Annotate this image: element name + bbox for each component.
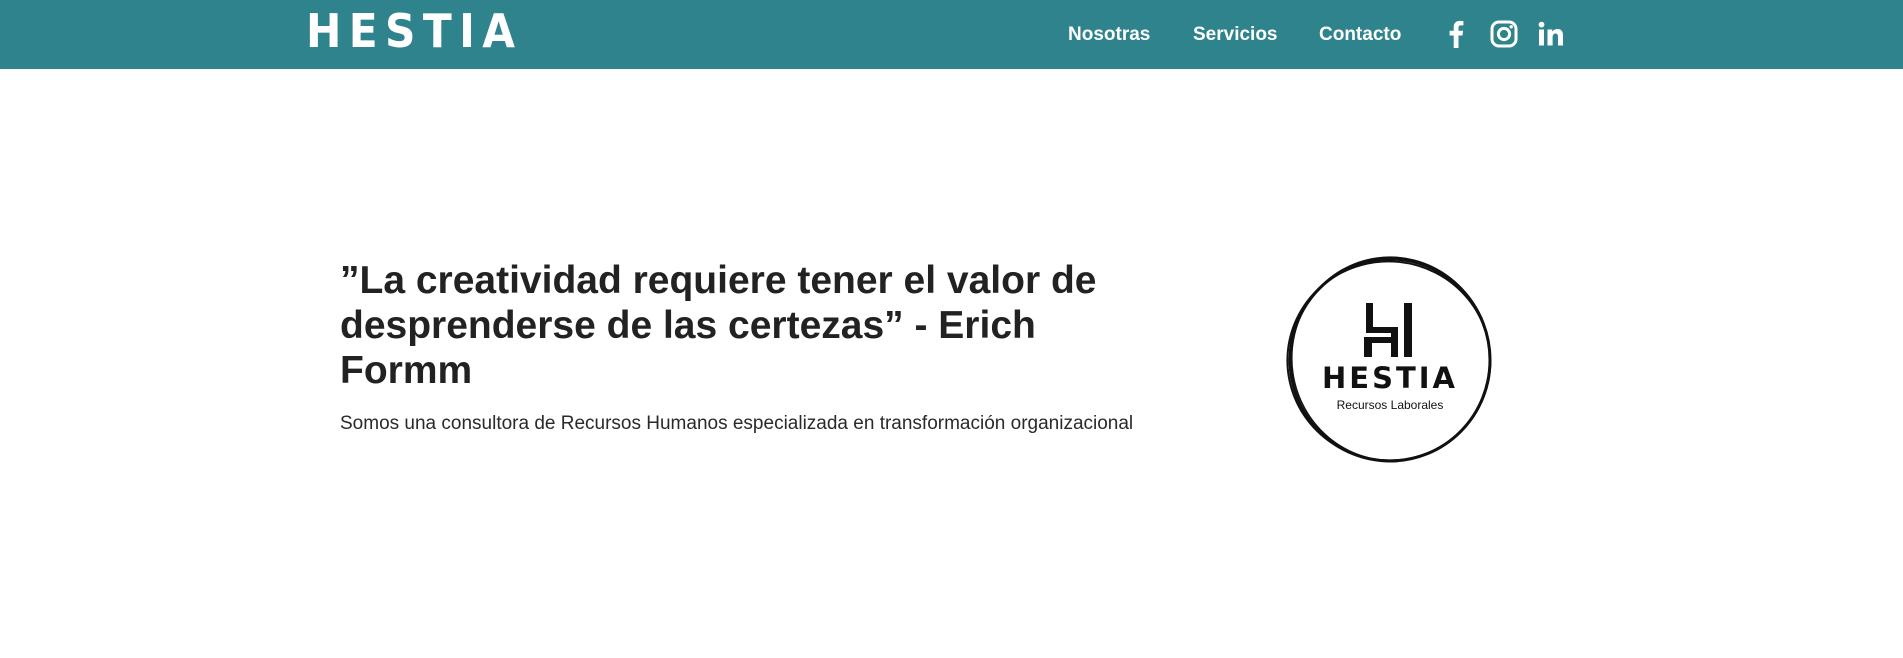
logo-name: HESTIA: [1322, 361, 1458, 395]
brand-logo[interactable]: HESTIA: [306, 6, 522, 56]
hero-quote: ”La creatividad requiere tener el valor …: [340, 259, 1097, 392]
hero-tagline: Somos una consultora de Recursos Humanos…: [340, 413, 1134, 434]
logo-subtitle: Recursos Laborales: [1337, 398, 1444, 412]
linkedin-icon[interactable]: [1536, 19, 1566, 49]
instagram-icon[interactable]: [1489, 19, 1519, 49]
facebook-icon[interactable]: [1441, 19, 1471, 49]
nav-link-contacto[interactable]: Contacto: [1319, 0, 1401, 69]
nav-link-servicios[interactable]: Servicios: [1193, 0, 1278, 69]
hestia-circle-logo: HESTIA Recursos Laborales: [1285, 255, 1495, 465]
nav-link-nosotras[interactable]: Nosotras: [1068, 0, 1150, 69]
site-header: HESTIA Nosotras Servicios Contacto: [0, 0, 1903, 69]
